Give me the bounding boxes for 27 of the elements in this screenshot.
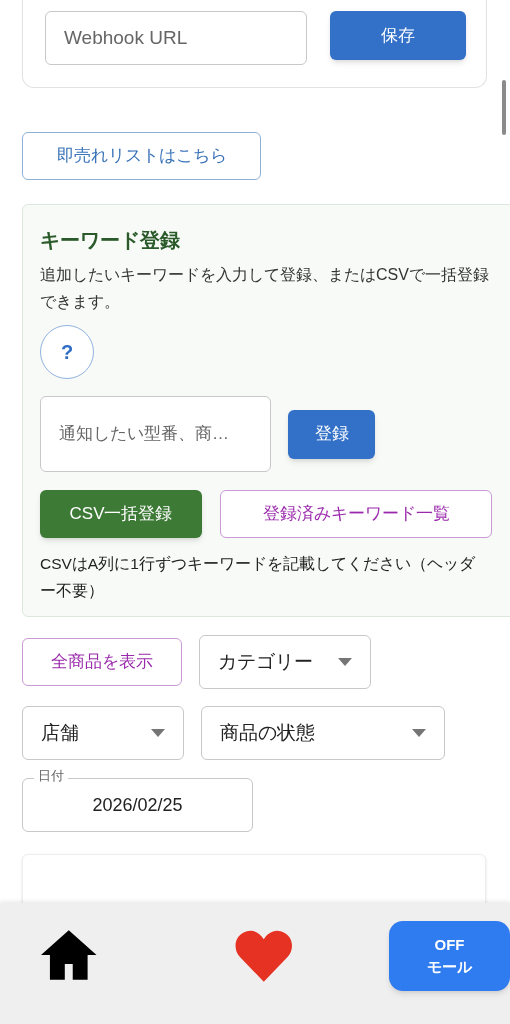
registered-keywords-button[interactable]: 登録済みキーワード一覧 [220, 490, 492, 538]
instant-sold-list-button[interactable]: 即売れリストはこちら [22, 132, 261, 180]
csv-import-button[interactable]: CSV一括登録 [40, 490, 202, 538]
csv-note: CSVはA列に1行ずつキーワードを記載してください（ヘッダー不要） [40, 554, 476, 601]
register-button[interactable]: 登録 [288, 409, 375, 459]
panel-title: キーワード登録 [40, 228, 181, 253]
dropdown-label: 店舗 [41, 720, 79, 745]
dropdown-select[interactable]: カテゴリー [199, 635, 371, 689]
dropdown-caret-icon [151, 729, 165, 737]
home-icon[interactable] [41, 930, 97, 980]
save-button[interactable]: 保存 [330, 11, 466, 60]
dropdown-label: 商品の状態 [220, 720, 315, 745]
heart-icon[interactable] [234, 930, 293, 982]
webhook-url-field[interactable]: Webhook URL [45, 11, 307, 65]
dropdown-caret-icon [412, 729, 426, 737]
date-field-label: 日付 [34, 768, 68, 784]
keyword-field[interactable]: 通知したい型番、商… [40, 396, 271, 472]
dropdown-select[interactable]: 商品の状態 [201, 706, 445, 760]
dropdown-label: カテゴリー [218, 649, 313, 674]
show-all-products-button[interactable]: 全商品を表示 [22, 638, 182, 686]
date-value: 2026/02/25 [92, 793, 183, 817]
help-button[interactable]: ? [40, 325, 94, 379]
panel-description: 追加したいキーワードを入力して登録、またはCSVで一括登録できます。 [40, 265, 490, 312]
dropdown-caret-icon [338, 658, 352, 666]
scrollbar [502, 80, 506, 135]
off-mall-button[interactable]: OFF モール [389, 921, 510, 991]
dropdown-select[interactable]: 店舗 [22, 706, 184, 760]
